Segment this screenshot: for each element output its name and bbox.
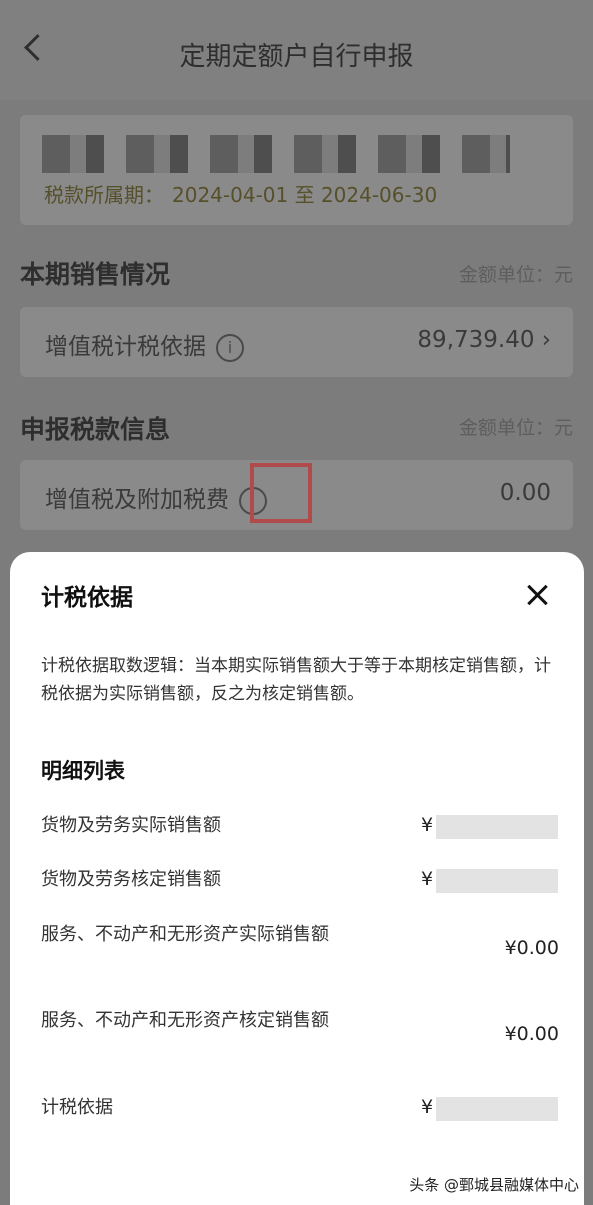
watermark: 头条 @鄄城县融媒体中心 [409,1176,579,1194]
sales-unit: 金额单位：元 [458,264,573,286]
tax-section-title: 申报税款信息 [20,415,171,444]
tax-unit: 金额单位：元 [458,417,573,439]
masked-value [436,869,558,893]
tax-period: 税款所属期： 2024-04-01 至 2024-06-30 [44,179,437,208]
vat-basis-label: 增值税计税依据 [45,334,206,360]
info-icon[interactable]: i [216,333,244,362]
item-value: ¥0.00 [504,937,559,959]
sheet-description: 计税依据取数逻辑：当本期实际销售额大于等于本期核定销售额，计税依据为实际销售额，… [41,656,551,704]
masked-taxpayer-name [42,135,510,173]
item-label: 服务、不动产和无形资产实际销售额 [41,924,329,945]
highlight-box [250,463,312,523]
vat-surcharge-value: 0.00 [499,480,551,506]
page-header: 定期定额户自行申报 [0,0,593,100]
vat-basis-value: 89,739.40 › [417,327,551,353]
tax-period-label: 税款所属期： [44,183,164,207]
item-label: 货物及劳务核定销售额 [41,869,221,890]
masked-value [436,815,558,839]
sheet-title: 计税依据 [41,585,133,611]
vat-basis-row[interactable]: 增值税计税依据 i 89,739.40 › [20,307,573,377]
page-title: 定期定额户自行申报 [179,42,414,72]
item-currency: ¥ [421,868,434,890]
tax-period-value: 2024-04-01 至 2024-06-30 [172,183,438,207]
tax-basis-sheet: 计税依据 计税依据取数逻辑：当本期实际销售额大于等于本期核定销售额，计税依据为实… [10,552,584,1205]
item-currency: ¥ [421,1096,434,1118]
item-label: 货物及劳务实际销售额 [41,815,221,836]
item-label: 服务、不动产和无形资产核定销售额 [41,1010,329,1031]
close-icon[interactable] [526,584,548,606]
item-currency: ¥ [421,814,434,836]
item-value: ¥0.00 [504,1023,559,1045]
item-label: 计税依据 [41,1097,113,1118]
sales-section-title: 本期销售情况 [20,260,171,289]
detail-list-title: 明细列表 [41,759,125,783]
taxpayer-card: 税款所属期： 2024-04-01 至 2024-06-30 [20,115,573,225]
masked-value [436,1097,558,1121]
vat-surcharge-label: 增值税及附加税费 [45,487,229,513]
